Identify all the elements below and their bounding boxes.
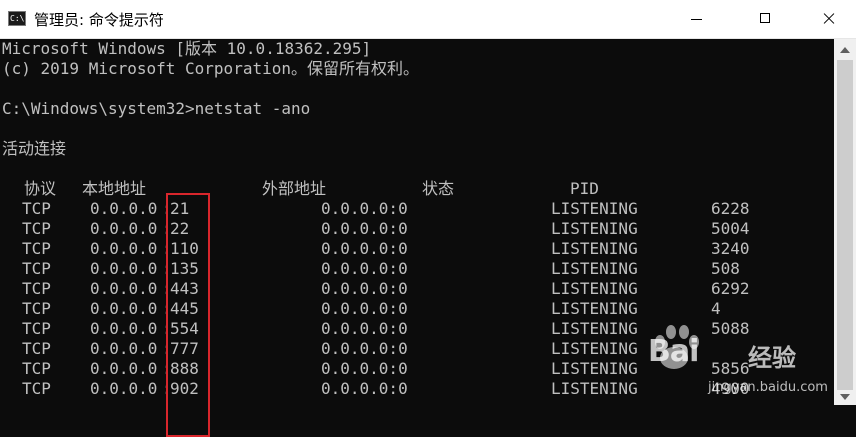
row-pid: 6228 [711, 199, 750, 218]
console-output[interactable]: Microsoft Windows [版本 10.0.18362.295] (c… [0, 39, 834, 437]
header-state: 状态 [422, 179, 455, 198]
row-foreign-address: 0.0.0.0:0 [321, 199, 408, 218]
row-port-separator: : [162, 259, 172, 278]
row-pid: 4 [711, 299, 721, 318]
row-local-ip: 0.0.0.0 [90, 379, 158, 398]
row-pid: 5856 [711, 359, 750, 378]
row-local-ip: 0.0.0.0 [90, 299, 158, 318]
row-protocol: TCP [22, 239, 51, 258]
row-local-port: 135 [170, 259, 199, 278]
row-foreign-address: 0.0.0.0:0 [321, 359, 408, 378]
scroll-down-arrow-icon[interactable] [840, 394, 850, 400]
row-port-separator: : [162, 239, 172, 258]
row-protocol: TCP [22, 299, 51, 318]
minimize-button[interactable] [673, 0, 719, 38]
banner-copyright: (c) 2019 Microsoft Corporation。保留所有权利。 [2, 59, 419, 78]
row-foreign-address: 0.0.0.0:0 [321, 239, 408, 258]
row-local-port: 21 [170, 199, 190, 218]
row-port-separator: : [162, 279, 172, 298]
row-foreign-address: 0.0.0.0:0 [321, 259, 408, 278]
row-protocol: TCP [22, 339, 51, 358]
row-pid: 5004 [711, 219, 750, 238]
row-local-ip: 0.0.0.0 [90, 219, 158, 238]
row-local-port: 110 [170, 239, 199, 258]
row-protocol: TCP [22, 319, 51, 338]
row-state: LISTENING [551, 359, 638, 378]
row-foreign-address: 0.0.0.0:0 [321, 379, 408, 398]
row-local-port: 22 [170, 219, 190, 238]
header-foreign-address: 外部地址 [262, 179, 327, 198]
row-state: LISTENING [551, 239, 638, 258]
row-foreign-address: 0.0.0.0:0 [321, 219, 408, 238]
row-state: LISTENING [551, 199, 638, 218]
scroll-up-arrow-icon[interactable] [840, 47, 850, 53]
row-port-separator: : [162, 319, 172, 338]
header-protocol: 协议 [24, 179, 57, 198]
command-prompt-line: C:\Windows\system32>netstat -ano [2, 99, 311, 118]
row-pid: 6292 [711, 279, 750, 298]
row-foreign-address: 0.0.0.0:0 [321, 319, 408, 338]
cmd-icon[interactable]: C:\ [8, 11, 26, 26]
row-pid: 4900 [711, 379, 750, 398]
row-state: LISTENING [551, 279, 638, 298]
window-title: 管理员: 命令提示符 [34, 11, 164, 29]
row-state: LISTENING [551, 259, 638, 278]
row-port-separator: : [162, 219, 172, 238]
vertical-scrollbar[interactable] [834, 39, 856, 405]
row-state: LISTENING [551, 379, 638, 398]
row-state: LISTENING [551, 319, 638, 338]
row-local-ip: 0.0.0.0 [90, 319, 158, 338]
row-foreign-address: 0.0.0.0:0 [321, 339, 408, 358]
row-local-ip: 0.0.0.0 [90, 199, 158, 218]
row-protocol: TCP [22, 199, 51, 218]
row-port-separator: : [162, 359, 172, 378]
row-local-ip: 0.0.0.0 [90, 279, 158, 298]
header-local-address: 本地地址 [82, 179, 147, 198]
row-protocol: TCP [22, 379, 51, 398]
row-foreign-address: 0.0.0.0:0 [321, 279, 408, 298]
command-prompt-window: C:\ 管理员: 命令提示符 Microsoft Windows [版本 10.… [0, 0, 856, 437]
row-state: LISTENING [551, 299, 638, 318]
row-local-port: 443 [170, 279, 199, 298]
row-local-port: 777 [170, 339, 199, 358]
row-protocol: TCP [22, 219, 51, 238]
row-state: LISTENING [551, 339, 638, 358]
row-pid: 508 [711, 259, 740, 278]
row-protocol: TCP [22, 259, 51, 278]
banner-version: Microsoft Windows [版本 10.0.18362.295] [2, 39, 372, 58]
row-pid: 5088 [711, 319, 750, 338]
row-protocol: TCP [22, 359, 51, 378]
header-pid: PID [570, 179, 599, 198]
row-port-separator: : [162, 299, 172, 318]
row-local-ip: 0.0.0.0 [90, 359, 158, 378]
row-local-port: 888 [170, 359, 199, 378]
row-local-ip: 0.0.0.0 [90, 239, 158, 258]
section-title: 活动连接 [2, 139, 67, 158]
row-port-separator: : [162, 339, 172, 358]
row-protocol: TCP [22, 279, 51, 298]
title-bar[interactable]: C:\ 管理员: 命令提示符 [0, 0, 856, 39]
close-button[interactable] [806, 0, 852, 38]
maximize-button[interactable] [742, 0, 788, 38]
row-local-port: 445 [170, 299, 199, 318]
row-state: LISTENING [551, 219, 638, 238]
maximize-icon [760, 13, 770, 23]
row-local-ip: 0.0.0.0 [90, 339, 158, 358]
row-port-separator: : [162, 379, 172, 398]
row-foreign-address: 0.0.0.0:0 [321, 299, 408, 318]
row-pid: 3240 [711, 239, 750, 258]
minimize-icon [691, 19, 702, 20]
scroll-thumb[interactable] [837, 60, 853, 390]
row-local-port: 902 [170, 379, 199, 398]
row-port-separator: : [162, 199, 172, 218]
row-local-ip: 0.0.0.0 [90, 259, 158, 278]
row-local-port: 554 [170, 319, 199, 338]
